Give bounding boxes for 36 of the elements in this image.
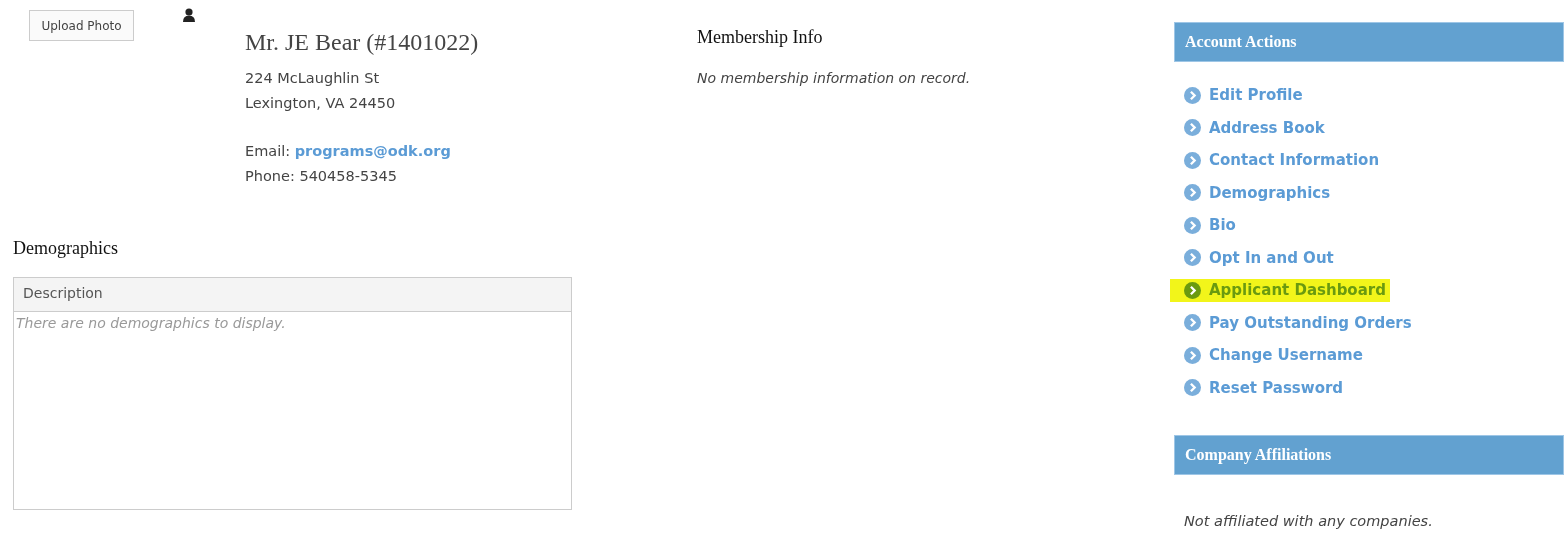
column-header: Description — [14, 278, 571, 312]
upload-photo-button[interactable]: Upload Photo — [29, 10, 134, 41]
chevron-icon — [1184, 379, 1201, 397]
action-link[interactable]: Edit Profile — [1209, 86, 1303, 105]
action-link[interactable]: Reset Password — [1209, 378, 1344, 397]
chevron-icon — [1184, 151, 1201, 169]
action-link[interactable]: Demographics — [1209, 183, 1331, 202]
action-link[interactable]: Pay Outstanding Orders — [1209, 313, 1412, 332]
section-title: Demographics — [13, 238, 119, 259]
email-label: Email: — [245, 143, 291, 159]
chevron-icon — [1184, 184, 1201, 202]
action-link[interactable]: Change Username — [1209, 346, 1363, 365]
chevron-icon — [1184, 281, 1201, 299]
address-line: Lexington, VA 24450 — [245, 94, 397, 113]
chevron-icon — [1184, 86, 1201, 104]
chevron-icon — [1184, 346, 1201, 364]
address-line: 224 McLaughlin St — [245, 69, 381, 88]
chevron-icon — [1184, 249, 1201, 267]
action-link[interactable]: Contact Information — [1209, 151, 1380, 170]
chevron-icon — [1184, 119, 1201, 137]
empty-message: No membership information on record. — [697, 70, 972, 86]
action-link[interactable]: Applicant Dashboard — [1209, 281, 1386, 300]
member-name: Mr. JE Bear (#1401022) — [245, 28, 479, 57]
panel-header: Company Affiliations — [1174, 435, 1564, 475]
action-link[interactable]: Opt In and Out — [1209, 248, 1334, 267]
empty-message: Not affiliated with any companies. — [1184, 513, 1434, 530]
empty-message: There are no demographics to display. — [15, 314, 287, 333]
phone-text: Phone: 540458-5345 — [245, 167, 398, 186]
panel-header: Account Actions — [1174, 22, 1564, 62]
section-title: Membership Info — [697, 27, 824, 48]
action-link[interactable]: Address Book — [1209, 118, 1325, 137]
chevron-icon — [1184, 314, 1201, 332]
person-icon — [183, 8, 195, 22]
action-link[interactable]: Bio — [1209, 216, 1236, 235]
chevron-icon — [1184, 216, 1201, 234]
email-link[interactable]: programs@odk.org — [294, 143, 451, 159]
